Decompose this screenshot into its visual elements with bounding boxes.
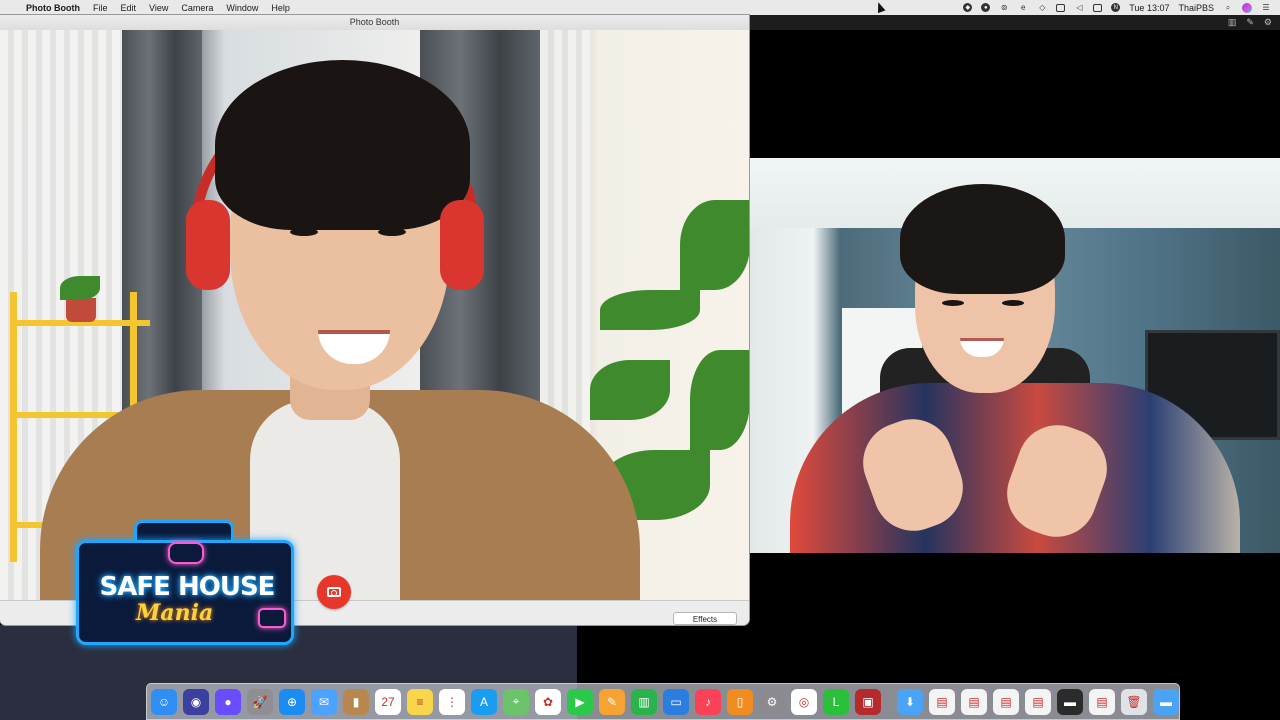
notification-center-icon[interactable]: ☰ bbox=[1261, 3, 1271, 12]
line-icon[interactable]: L bbox=[823, 688, 849, 715]
logo-camera-icon bbox=[258, 608, 286, 628]
music-icon[interactable]: ♪ bbox=[695, 688, 721, 715]
eye bbox=[290, 228, 318, 236]
screenshot-icon[interactable]: ▬ bbox=[1057, 688, 1083, 715]
camera-icon bbox=[327, 587, 341, 597]
person-right-hair bbox=[900, 184, 1065, 294]
reminders-icon[interactable]: ⋮ bbox=[439, 688, 465, 715]
wifi-icon[interactable]: ◇ bbox=[1037, 3, 1047, 12]
mail-icon[interactable]: ✉ bbox=[311, 688, 337, 715]
split-view-icon[interactable]: ▥ bbox=[1228, 17, 1237, 28]
edge-icon[interactable]: e bbox=[1018, 3, 1028, 12]
notes-icon[interactable]: N bbox=[1111, 3, 1121, 12]
effects-button[interactable]: Effects bbox=[673, 612, 737, 625]
siri-icon[interactable] bbox=[1242, 2, 1252, 13]
plant-pot bbox=[66, 298, 96, 322]
photo-booth-icon[interactable]: ▣ bbox=[855, 688, 881, 715]
volume-icon[interactable]: ◁ bbox=[1074, 3, 1084, 12]
contacts-icon[interactable]: ▮ bbox=[343, 688, 369, 715]
pages-icon[interactable]: ✎ bbox=[599, 688, 625, 715]
plant bbox=[60, 276, 100, 300]
downloads-folder-icon[interactable]: ⬇ bbox=[897, 688, 923, 715]
plant bbox=[600, 290, 700, 330]
maps-icon[interactable]: ⌖ bbox=[503, 688, 529, 715]
document-5-icon[interactable]: ▤ bbox=[1089, 688, 1115, 715]
headphone-right bbox=[440, 200, 484, 290]
eye bbox=[1002, 300, 1024, 306]
headphone-left bbox=[186, 200, 230, 290]
chrome-icon[interactable]: ◎ bbox=[791, 688, 817, 715]
vpn-icon[interactable]: ◆ bbox=[963, 3, 973, 12]
menu-window[interactable]: Window bbox=[226, 3, 258, 13]
window-title: Photo Booth bbox=[0, 15, 749, 31]
books-icon[interactable]: ▯ bbox=[727, 688, 753, 715]
calendar-icon[interactable]: 27 bbox=[375, 688, 401, 715]
keynote-icon[interactable]: ▭ bbox=[663, 688, 689, 715]
record-icon[interactable]: ● bbox=[981, 3, 991, 12]
menu-view[interactable]: View bbox=[149, 3, 168, 13]
trash-icon[interactable]: 🗑 bbox=[1121, 688, 1147, 715]
launchpad-icon[interactable]: 🚀 bbox=[247, 688, 273, 715]
menu-camera[interactable]: Camera bbox=[181, 3, 213, 13]
logo-title: SAFE HOUSE bbox=[99, 572, 276, 602]
user-name[interactable]: ThaiPBS bbox=[1178, 3, 1214, 13]
remote-video-feed bbox=[750, 158, 1280, 553]
app-store-icon[interactable]: A bbox=[471, 688, 497, 715]
plant bbox=[590, 360, 670, 420]
menu-bar: Photo Booth File Edit View Camera Window… bbox=[0, 0, 1280, 16]
person-left-hair bbox=[215, 60, 470, 230]
camera-preview bbox=[0, 30, 749, 600]
menu-help[interactable]: Help bbox=[271, 3, 290, 13]
document-3-icon[interactable]: ▤ bbox=[993, 688, 1019, 715]
finder-icon[interactable]: ☺ bbox=[151, 688, 177, 715]
search-icon[interactable]: ⌕ bbox=[1223, 3, 1233, 12]
numbers-icon[interactable]: ▥ bbox=[631, 688, 657, 715]
siri-orb-icon[interactable]: ● bbox=[215, 688, 241, 715]
notes-icon[interactable]: ≡ bbox=[407, 688, 433, 715]
safe-house-mania-logo: SAFE HOUSE Mania bbox=[76, 520, 298, 648]
gamepad-icon bbox=[168, 542, 204, 564]
video-call-toolbar: ▥ ✎ ⚙ bbox=[750, 15, 1280, 30]
document-4-icon[interactable]: ▤ bbox=[1025, 688, 1051, 715]
document-1-icon[interactable]: ▤ bbox=[929, 688, 955, 715]
folder-icon[interactable]: ▬ bbox=[1153, 688, 1179, 715]
facetime-icon[interactable]: ▶ bbox=[567, 688, 593, 715]
clock[interactable]: Tue 13:07 bbox=[1129, 3, 1169, 13]
document-2-icon[interactable]: ▤ bbox=[961, 688, 987, 715]
system-preferences-icon[interactable]: ⚙ bbox=[759, 688, 785, 715]
plant bbox=[690, 350, 749, 450]
safari-icon[interactable]: ⊕ bbox=[279, 688, 305, 715]
photos-icon[interactable]: ✿ bbox=[535, 688, 561, 715]
siri-icon[interactable]: ◉ bbox=[183, 688, 209, 715]
battery-icon[interactable] bbox=[1093, 3, 1103, 12]
settings-icon[interactable]: ⚙ bbox=[1264, 17, 1272, 28]
menu-file[interactable]: File bbox=[93, 3, 108, 13]
dock: ☺ ◉ ● 🚀 ⊕ ✉ ▮ 27 ≡ ⋮ A ⌖ ✿ ▶ ✎ ▥ ▭ ♪ ▯ ⚙ ◎ L ▣ ⬇ ▤ ▤ ▤ ▤ ▬ ▤ 🗑 ▬ bbox=[146, 683, 1180, 720]
eye bbox=[378, 228, 406, 236]
screen-icon[interactable]: ⊚ bbox=[999, 3, 1009, 12]
take-photo-button[interactable] bbox=[317, 575, 351, 609]
logo-subtitle: Mania bbox=[136, 600, 214, 626]
plant bbox=[680, 200, 749, 290]
app-menu[interactable]: Photo Booth bbox=[26, 3, 80, 13]
menu-edit[interactable]: Edit bbox=[121, 3, 137, 13]
eye bbox=[942, 300, 964, 306]
airplay-icon[interactable] bbox=[1056, 3, 1066, 12]
pin-icon[interactable]: ✎ bbox=[1246, 17, 1254, 28]
